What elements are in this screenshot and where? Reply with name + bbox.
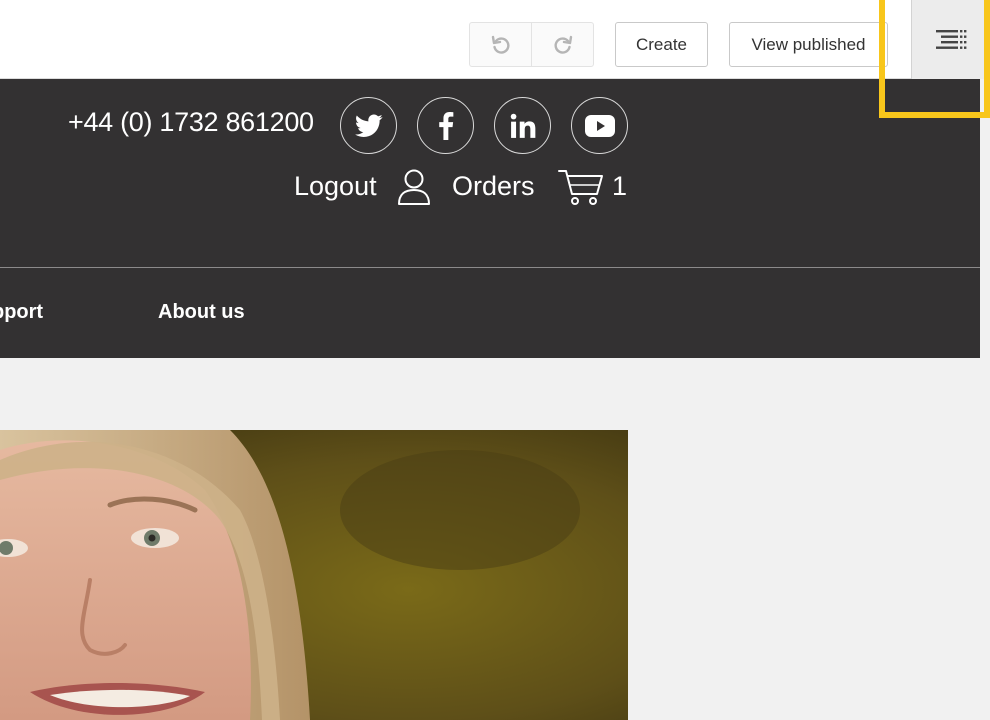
site-header: +44 (0) 1732 861200 Logout Orders 1 port… [0, 79, 980, 358]
cart-icon[interactable] [557, 167, 605, 207]
twitter-icon [354, 113, 383, 137]
facebook-link[interactable] [417, 97, 474, 154]
undo-redo-group [469, 22, 594, 67]
view-published-button[interactable]: View published [729, 22, 888, 67]
orders-link[interactable]: Orders [452, 171, 535, 202]
youtube-link[interactable] [571, 97, 628, 154]
outline-menu-button[interactable] [911, 0, 990, 79]
portrait-photo [0, 430, 628, 720]
phone-number[interactable]: +44 (0) 1732 861200 [68, 107, 314, 138]
nav-item-support[interactable]: pport [0, 301, 43, 324]
editor-toolbar: Create View published [0, 0, 990, 79]
undo-button[interactable] [470, 23, 531, 66]
redo-icon [553, 35, 572, 54]
undo-icon [491, 35, 510, 54]
hero-image [0, 430, 628, 720]
header-divider [0, 267, 980, 268]
twitter-link[interactable] [340, 97, 397, 154]
outline-menu-icon [936, 29, 967, 49]
logout-link[interactable]: Logout [294, 171, 377, 202]
cart-count[interactable]: 1 [612, 171, 627, 202]
facebook-icon [438, 111, 453, 140]
youtube-icon [584, 114, 615, 137]
linkedin-icon [510, 113, 535, 138]
create-button[interactable]: Create [615, 22, 708, 67]
user-icon[interactable] [396, 168, 432, 206]
redo-button[interactable] [531, 23, 593, 66]
linkedin-link[interactable] [494, 97, 551, 154]
nav-item-about-us[interactable]: About us [158, 301, 245, 324]
